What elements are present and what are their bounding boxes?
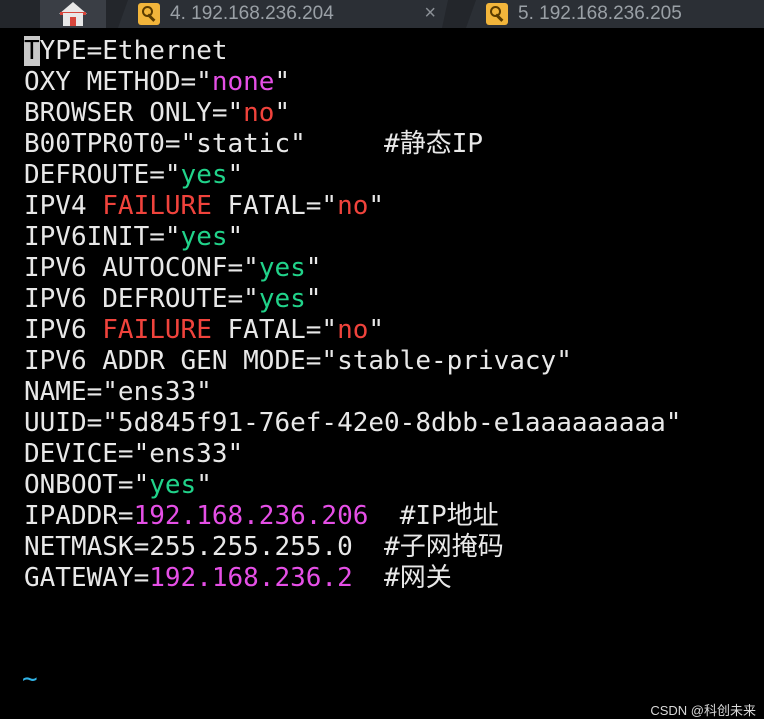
watermark: CSDN @科创未来 — [650, 703, 756, 718]
line-segment: yes — [258, 253, 306, 283]
line-segment: FAILURE — [102, 315, 212, 345]
line-segment: IPV6INIT=" — [24, 222, 181, 252]
line-segment: IPV6 — [24, 315, 103, 345]
line-segment: " — [305, 284, 322, 314]
line-segment: yes — [180, 222, 228, 252]
tab-label: 5. 192.168.236.205 — [518, 3, 682, 24]
terminal-editor[interactable]: ~ CSDN @科创未来 TYPE=Ethernet OXY METHOD="no… — [0, 28, 764, 718]
line-segment: 192.168.236.2 — [149, 563, 353, 593]
line-segment: 地址 — [446, 501, 499, 531]
config-line: IPV6 FAILURE FATAL="no" — [24, 315, 384, 346]
line-segment: 静态 — [399, 129, 452, 159]
line-segment: DEVICE="ens33" — [24, 439, 244, 469]
line-segment: 192.168.236.206 — [133, 501, 369, 531]
line-segment: yes — [180, 160, 228, 190]
config-line: OXY METHOD="none" — [24, 67, 290, 98]
line-segment: BROWSER ONLY=" — [24, 98, 244, 128]
key-icon — [486, 3, 508, 25]
config-line: IPV6INIT="yes" — [24, 222, 243, 253]
tab-label: 4. 192.168.236.204 — [170, 3, 334, 24]
line-segment: " — [368, 315, 385, 345]
line-segment: no — [243, 98, 275, 128]
config-line: IPV6 DEFROUTE="yes" — [24, 284, 321, 315]
line-segment: OXY METHOD=" — [24, 67, 212, 97]
line-segment: FAILURE — [102, 191, 212, 221]
config-line: IPV6 AUTOCONF="yes" — [24, 253, 321, 284]
line-segment: " — [227, 160, 244, 190]
config-line: IPV4 FAILURE FATAL="no" — [24, 191, 384, 222]
line-segment: none — [211, 67, 275, 97]
home-icon — [58, 2, 88, 26]
line-segment: IPV6 AUTOCONF=" — [24, 253, 259, 283]
line-segment: " — [305, 253, 322, 283]
config-line: GATEWAY=192.168.236.2 #网关 — [24, 563, 452, 594]
line-segment: NAME="ens33" — [24, 377, 212, 407]
tab-session-204[interactable]: 4. 192.168.236.204 × — [118, 0, 448, 28]
tab-bar: 4. 192.168.236.204 × 5. 192.168.236.205 — [0, 0, 764, 28]
config-line: DEVICE="ens33" — [24, 439, 243, 470]
line-segment: # — [352, 563, 400, 593]
key-icon — [138, 3, 160, 25]
config-line: BROWSER ONLY="no" — [24, 98, 290, 129]
config-line: NETMASK=255.255.255.0 #子网掩码 — [24, 532, 504, 563]
config-line: IPV6 ADDR GEN MODE="stable-privacy" — [24, 346, 572, 377]
line-segment: 子网掩码 — [399, 532, 504, 562]
line-segment: B00TPR0T0="static" # — [24, 129, 400, 159]
line-segment: FATAL=" — [211, 315, 338, 345]
config-line: UUID="5d845f91-76ef-42e0-8dbb-e1aaaaaaaa… — [24, 408, 681, 439]
line-segment: " — [227, 222, 244, 252]
config-line: TYPE=Ethernet — [24, 36, 228, 67]
line-segment: NETMASK=255.255.255.0 # — [24, 532, 400, 562]
line-segment: yes — [149, 470, 197, 500]
config-line: NAME="ens33" — [24, 377, 212, 408]
line-segment: " — [368, 191, 385, 221]
line-segment: yes — [258, 284, 306, 314]
line-segment: no — [337, 315, 369, 345]
line-segment: UUID="5d845f91-76ef-42e0-8dbb-e1aaaaaaaa… — [24, 408, 682, 438]
config-line: DEFROUTE="yes" — [24, 160, 243, 191]
line-segment: #IP — [368, 501, 447, 531]
line-segment: 网关 — [399, 563, 452, 593]
empty-line-tilde: ~ — [22, 664, 38, 694]
text-cursor: T — [24, 36, 40, 66]
line-segment: YPE=Ethernet — [39, 36, 228, 66]
line-segment: " — [274, 67, 291, 97]
line-segment: IP — [451, 129, 484, 159]
line-segment: GATEWAY= — [24, 563, 150, 593]
line-segment: no — [337, 191, 369, 221]
line-segment: " — [196, 470, 212, 500]
close-icon[interactable]: × — [424, 2, 436, 25]
line-segment: IPV6 ADDR GEN MODE="stable-privacy" — [24, 346, 572, 376]
line-segment: FATAL=" — [211, 191, 338, 221]
tab-home[interactable] — [40, 0, 106, 28]
line-segment: DEFROUTE=" — [24, 160, 181, 190]
line-segment: IPV4 — [24, 191, 103, 221]
line-segment: " — [274, 98, 291, 128]
config-line: ONBOOT="yes" — [24, 470, 212, 501]
config-line: IPADDR=192.168.236.206 #IP地址 — [24, 501, 499, 532]
config-line: B00TPR0T0="static" #静态IP — [24, 129, 483, 160]
line-segment: ONBOOT=" — [24, 470, 150, 500]
line-segment: IPADDR= — [24, 501, 134, 531]
line-segment: IPV6 DEFROUTE=" — [24, 284, 259, 314]
tab-session-205[interactable]: 5. 192.168.236.205 — [466, 0, 764, 28]
